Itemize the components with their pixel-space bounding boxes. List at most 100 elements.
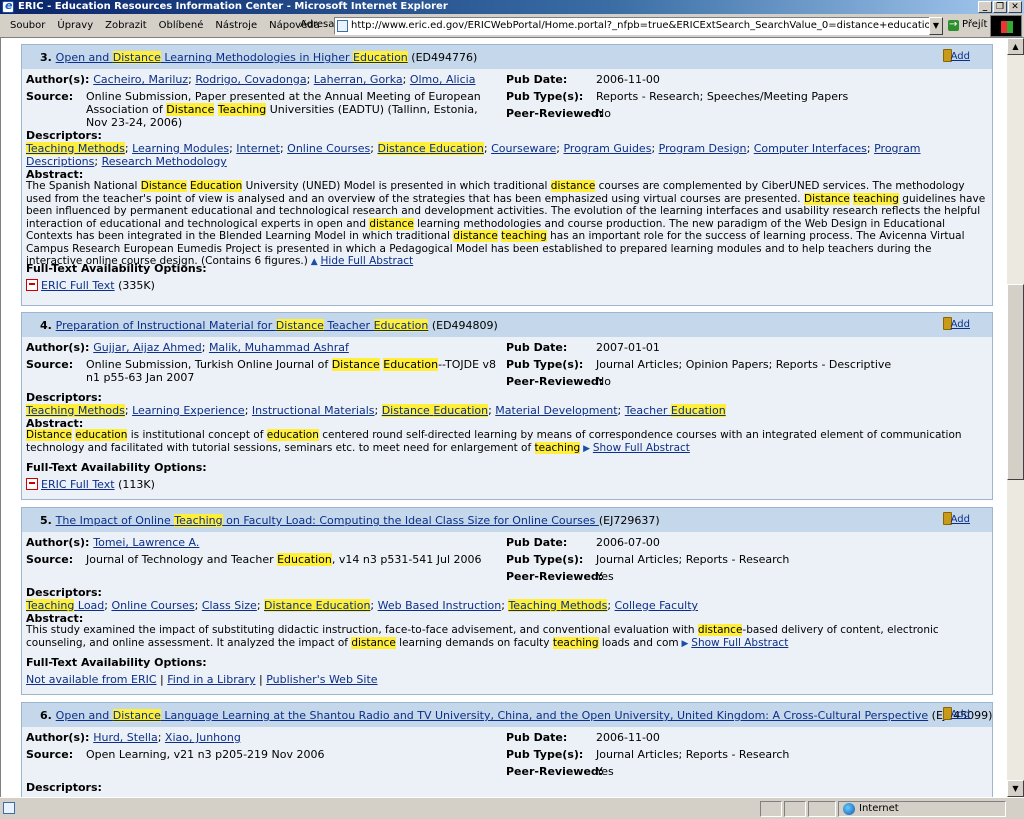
- add-button[interactable]: Add: [951, 51, 970, 62]
- separator: ;: [124, 404, 133, 417]
- title-text: Distance: [112, 51, 161, 64]
- descriptor-link[interactable]: Research Methodology: [102, 155, 227, 168]
- address-dropdown-button[interactable]: ▼: [929, 17, 943, 35]
- title-text: Learning Methodologies in Higher: [160, 51, 354, 64]
- descriptor-text: Internet: [236, 142, 280, 155]
- globe-icon: [843, 803, 855, 815]
- author-link[interactable]: Laherran, Gorka: [314, 73, 403, 86]
- author-link[interactable]: Rodrigo, Covadonga: [195, 73, 306, 86]
- title-text: Language Learning at the Shantou Radio a…: [160, 709, 929, 722]
- peer-reviewed-value: No: [596, 107, 611, 120]
- eric-fulltext-link[interactable]: ERIC Full Text: [41, 478, 115, 491]
- menu-favorites[interactable]: Oblíbené: [153, 19, 210, 33]
- security-zone: Internet: [838, 801, 1006, 817]
- abstract-part: is institutional concept of: [127, 429, 267, 441]
- scroll-down-button[interactable]: ▼: [1007, 780, 1024, 797]
- source-text: Online Submission, Paper presented at th…: [86, 90, 502, 129]
- descriptors-label: Descriptors:: [26, 781, 102, 794]
- descriptor-text: Education: [433, 404, 489, 417]
- abstract-part: distance: [697, 624, 743, 636]
- descriptor-link[interactable]: Teaching Methods: [26, 404, 125, 417]
- source-part: Distance: [166, 103, 215, 116]
- descriptor-link[interactable]: Program Design: [659, 142, 747, 155]
- author-link[interactable]: Olmo, Alicia: [410, 73, 476, 86]
- minimize-button[interactable]: _: [978, 1, 992, 13]
- peer-reviewed-label: Peer-Reviewed:: [506, 765, 604, 778]
- menu-tools[interactable]: Nástroje: [209, 19, 263, 33]
- descriptor-link[interactable]: Teaching Load: [26, 599, 104, 612]
- descriptor-link[interactable]: Internet: [236, 142, 280, 155]
- author-link[interactable]: Cacheiro, Mariluz: [93, 73, 188, 86]
- record-header: 4. Preparation of Instructional Material…: [22, 313, 992, 337]
- address-input[interactable]: http://www.eric.ed.gov/ERICWebPortal/Hom…: [334, 17, 930, 35]
- descriptor-link[interactable]: College Faculty: [615, 599, 699, 612]
- author-link[interactable]: Gujjar, Aijaz Ahmed: [93, 341, 201, 354]
- author-link[interactable]: Malik, Muhammad Ashraf: [209, 341, 349, 354]
- result-record: 4. Preparation of Instructional Material…: [21, 312, 993, 500]
- record-id: (ED494809): [428, 319, 498, 332]
- pub-types-value: Reports - Research; Speeches/Meeting Pap…: [596, 90, 849, 103]
- source-part: Education: [277, 553, 332, 566]
- record-title-link[interactable]: Preparation of Instructional Material fo…: [56, 319, 429, 332]
- descriptor-link[interactable]: Program Guides: [563, 142, 651, 155]
- separator: ;: [306, 73, 314, 86]
- vertical-scrollbar[interactable]: ▲ ▼: [1007, 38, 1024, 797]
- fulltext-option-link[interactable]: Not available from ERIC: [26, 673, 157, 686]
- descriptor-text: Teacher: [624, 404, 671, 417]
- abstract-part: distance: [550, 180, 596, 192]
- restore-button[interactable]: ❐: [993, 1, 1007, 13]
- descriptor-link[interactable]: Teaching Methods: [508, 599, 608, 612]
- author-link[interactable]: Tomei, Lawrence A.: [93, 536, 199, 549]
- descriptor-link[interactable]: Distance Education: [377, 142, 484, 155]
- go-button[interactable]: Přejít: [948, 17, 987, 35]
- show-abstract-link[interactable]: Show Full Abstract: [691, 637, 788, 649]
- descriptor-link[interactable]: Online Courses: [287, 142, 370, 155]
- hide-abstract-link[interactable]: Hide Full Abstract: [321, 255, 414, 267]
- abstract-part: education: [266, 429, 319, 441]
- close-button[interactable]: ✕: [1008, 1, 1022, 13]
- authors-row: Author(s): Gujjar, Aijaz Ahmed; Malik, M…: [26, 341, 502, 354]
- descriptor-link[interactable]: Web Based Instruction: [378, 599, 502, 612]
- scroll-thumb[interactable]: [1007, 284, 1024, 480]
- record-title-link[interactable]: Open and Distance Learning Methodologies…: [56, 51, 408, 64]
- separator: ;: [374, 404, 382, 417]
- scroll-up-button[interactable]: ▲: [1007, 38, 1024, 55]
- descriptor-link[interactable]: Material Development: [495, 404, 617, 417]
- menu-view[interactable]: Zobrazit: [99, 19, 153, 33]
- descriptor-link[interactable]: Teaching Methods: [26, 142, 125, 155]
- descriptor-link[interactable]: Distance Education: [264, 599, 371, 612]
- record-title-link[interactable]: The Impact of Online Teaching on Faculty…: [56, 514, 599, 527]
- peer-reviewed-label: Peer-Reviewed:: [506, 107, 604, 120]
- author-link[interactable]: Hurd, Stella: [93, 731, 157, 744]
- descriptor-link[interactable]: Instructional Materials: [252, 404, 375, 417]
- record-title-link[interactable]: Open and Distance Language Learning at t…: [56, 709, 928, 722]
- fulltext-option-link[interactable]: Find in a Library: [167, 673, 255, 686]
- descriptor-link[interactable]: Courseware: [491, 142, 556, 155]
- descriptor-link[interactable]: Learning Modules: [132, 142, 229, 155]
- add-button[interactable]: Add: [951, 514, 970, 525]
- menu-bar: Soubor Úpravy Zobrazit Oblíbené Nástroje…: [4, 19, 326, 33]
- title-text: Open and: [55, 709, 113, 722]
- descriptor-link[interactable]: Online Courses: [111, 599, 194, 612]
- menu-file[interactable]: Soubor: [4, 19, 51, 33]
- descriptor-link[interactable]: Learning Experience: [132, 404, 245, 417]
- descriptor-link[interactable]: Computer Interfaces: [754, 142, 867, 155]
- eric-fulltext-link[interactable]: ERIC Full Text: [41, 279, 115, 292]
- fulltext-option-link[interactable]: Publisher's Web Site: [266, 673, 377, 686]
- source-part: Distance: [331, 358, 380, 371]
- source-label: Source:: [26, 358, 74, 371]
- descriptor-link[interactable]: Distance Education: [381, 404, 489, 417]
- separator: |: [255, 673, 267, 686]
- abstract-text: The Spanish National Distance Education …: [26, 180, 988, 269]
- add-button[interactable]: Add: [951, 319, 970, 330]
- author-link[interactable]: Xiao, Junhong: [165, 731, 241, 744]
- show-abstract-link[interactable]: Show Full Abstract: [593, 442, 690, 454]
- add-button[interactable]: Add: [951, 709, 970, 720]
- pub-types-label: Pub Type(s):: [506, 90, 584, 103]
- menu-edit[interactable]: Úpravy: [51, 19, 99, 33]
- descriptor-link[interactable]: Class Size: [202, 599, 257, 612]
- collapse-triangle-icon: ▲: [307, 257, 321, 267]
- descriptor-link[interactable]: Teacher Education: [625, 404, 726, 417]
- separator: ;: [124, 142, 133, 155]
- title-text: on Faculty Load: Computing the Ideal Cla…: [222, 514, 599, 527]
